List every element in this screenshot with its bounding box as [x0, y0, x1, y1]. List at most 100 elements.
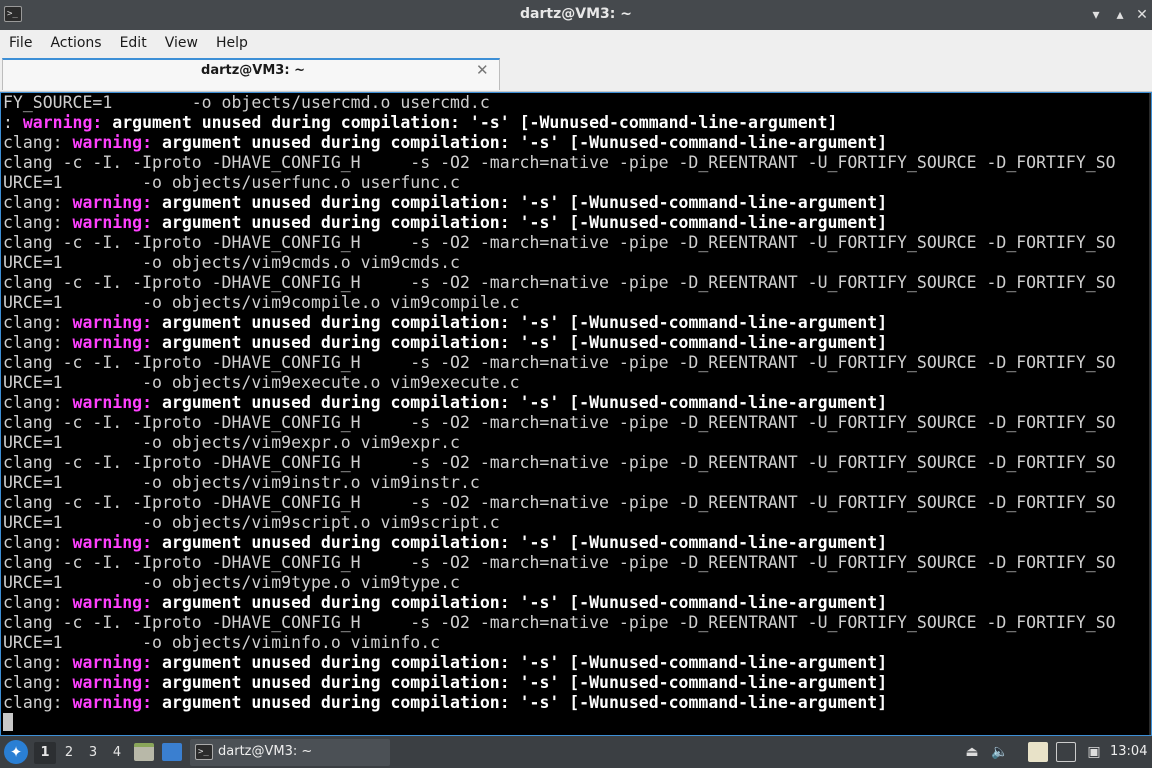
terminal-text: argument unused during compilation: '-s'…: [152, 333, 888, 352]
terminal-text: argument unused during compilation: '-s'…: [152, 653, 888, 672]
terminal-text: clang:: [3, 693, 73, 712]
minimize-button[interactable]: ▾: [1086, 5, 1106, 25]
terminal-text: URCE=1 -o objects/vim9compile.o vim9comp…: [3, 293, 520, 312]
workspace-2[interactable]: 2: [58, 742, 80, 764]
terminal-line: clang -c -I. -Iproto -DHAVE_CONFIG_H -s …: [3, 553, 1116, 573]
terminal-line: clang -c -I. -Iproto -DHAVE_CONFIG_H -s …: [3, 353, 1116, 373]
terminal-text: clang:: [3, 533, 73, 552]
maximize-button[interactable]: ▴: [1110, 5, 1130, 25]
terminal-text: argument unused during compilation: '-s'…: [152, 313, 888, 332]
task-label: dartz@VM3: ~: [218, 744, 313, 759]
window-title: dartz@VM3: ~: [520, 6, 632, 22]
terminal-text: URCE=1 -o objects/vim9cmds.o vim9cmds.c: [3, 253, 460, 272]
menu-view[interactable]: View: [156, 35, 207, 51]
terminal-text: clang -c -I. -Iproto -DHAVE_CONFIG_H -s …: [3, 613, 1116, 632]
terminal-line: clang -c -I. -Iproto -DHAVE_CONFIG_H -s …: [3, 413, 1116, 433]
terminal-text: URCE=1 -o objects/vim9type.o vim9type.c: [3, 573, 460, 592]
terminal-line: clang -c -I. -Iproto -DHAVE_CONFIG_H -s …: [3, 273, 1116, 293]
eject-icon[interactable]: ⏏: [962, 742, 982, 762]
terminal-line: URCE=1 -o objects/vim9type.o vim9type.c: [3, 573, 1116, 593]
terminal-line: clang -c -I. -Iproto -DHAVE_CONFIG_H -s …: [3, 153, 1116, 173]
warning-label: warning:: [72, 653, 153, 672]
tab-close-icon[interactable]: ✕: [476, 61, 489, 79]
terminal-text: clang:: [3, 653, 73, 672]
terminal-text: clang:: [3, 393, 73, 412]
terminal-text: URCE=1 -o objects/vim9expr.o vim9expr.c: [3, 433, 460, 452]
terminal-text: clang:: [3, 313, 73, 332]
terminal-line: : warning: argument unused during compil…: [3, 113, 1116, 133]
terminal-line: clang: warning: argument unused during c…: [3, 313, 1116, 333]
terminal-line: clang: warning: argument unused during c…: [3, 213, 1116, 233]
menu-edit[interactable]: Edit: [111, 35, 156, 51]
clipboard-icon[interactable]: [1028, 742, 1048, 762]
terminal-line: clang: warning: argument unused during c…: [3, 653, 1116, 673]
terminal-text: clang:: [3, 213, 73, 232]
terminal-line: clang: warning: argument unused during c…: [3, 133, 1116, 153]
terminal-text: clang:: [3, 333, 73, 352]
show-desktop-icon[interactable]: [162, 743, 182, 761]
workspace-4[interactable]: 4: [106, 742, 128, 764]
terminal-text: :: [3, 113, 23, 132]
menu-help[interactable]: Help: [207, 35, 257, 51]
title-bar: >_ dartz@VM3: ~ ▾ ▴ ✕: [0, 0, 1152, 30]
terminal-line: clang -c -I. -Iproto -DHAVE_CONFIG_H -s …: [3, 453, 1116, 473]
terminal-text: argument unused during compilation: '-s'…: [152, 213, 888, 232]
warning-label: warning:: [72, 313, 153, 332]
workspace-3[interactable]: 3: [82, 742, 104, 764]
terminal-line: URCE=1 -o objects/vim9script.o vim9scrip…: [3, 513, 1116, 533]
terminal-line: clang: warning: argument unused during c…: [3, 533, 1116, 553]
task-terminal[interactable]: >_ dartz@VM3: ~: [190, 739, 390, 766]
warning-label: warning:: [72, 333, 153, 352]
terminal-line: clang: warning: argument unused during c…: [3, 393, 1116, 413]
terminal-text: clang -c -I. -Iproto -DHAVE_CONFIG_H -s …: [3, 233, 1116, 252]
terminal-text: clang -c -I. -Iproto -DHAVE_CONFIG_H -s …: [3, 353, 1116, 372]
terminal-line: URCE=1 -o objects/viminfo.o viminfo.c: [3, 633, 1116, 653]
terminal-line: clang: warning: argument unused during c…: [3, 693, 1116, 713]
close-button[interactable]: ✕: [1132, 5, 1152, 25]
terminal-text: clang -c -I. -Iproto -DHAVE_CONFIG_H -s …: [3, 493, 1116, 512]
network-icon[interactable]: [1056, 742, 1076, 762]
warning-label: warning:: [72, 693, 153, 712]
terminal-line: URCE=1 -o objects/vim9instr.o vim9instr.…: [3, 473, 1116, 493]
terminal-line: clang -c -I. -Iproto -DHAVE_CONFIG_H -s …: [3, 233, 1116, 253]
terminal-text: clang:: [3, 593, 73, 612]
terminal-text: argument unused during compilation: '-s'…: [152, 533, 888, 552]
terminal-text: argument unused during compilation: '-s'…: [152, 693, 888, 712]
volume-icon[interactable]: 🔈: [990, 742, 1010, 762]
screen-icon[interactable]: ▣: [1084, 742, 1104, 762]
terminal-line: URCE=1 -o objects/vim9execute.o vim9exec…: [3, 373, 1116, 393]
terminal-text: URCE=1 -o objects/vim9script.o vim9scrip…: [3, 513, 500, 532]
terminal-text: clang -c -I. -Iproto -DHAVE_CONFIG_H -s …: [3, 553, 1116, 572]
terminal-text: argument unused during compilation: '-s'…: [152, 193, 888, 212]
workspace-1[interactable]: 1: [34, 742, 56, 764]
file-manager-icon[interactable]: [134, 743, 154, 761]
terminal-scrollbar[interactable]: [1149, 93, 1151, 735]
terminal-text: clang:: [3, 193, 73, 212]
terminal-text: argument unused during compilation: '-s'…: [152, 673, 888, 692]
terminal-line: URCE=1 -o objects/vim9cmds.o vim9cmds.c: [3, 253, 1116, 273]
warning-label: warning:: [72, 593, 153, 612]
start-menu-icon[interactable]: ✦: [4, 740, 28, 764]
terminal-line: FY_SOURCE=1 -o objects/usercmd.o usercmd…: [3, 93, 1116, 113]
warning-label: warning:: [22, 113, 103, 132]
warning-label: warning:: [72, 673, 153, 692]
tab-bar: dartz@VM3: ~ ✕: [0, 56, 1152, 92]
terminal-cursor: [3, 713, 13, 731]
warning-label: warning:: [72, 213, 153, 232]
terminal-text: argument unused during compilation: '-s'…: [152, 393, 888, 412]
terminal-line: clang -c -I. -Iproto -DHAVE_CONFIG_H -s …: [3, 613, 1116, 633]
terminal-output[interactable]: FY_SOURCE=1 -o objects/usercmd.o usercmd…: [0, 92, 1152, 736]
terminal-line: URCE=1 -o objects/userfunc.o userfunc.c: [3, 173, 1116, 193]
terminal-text: clang:: [3, 673, 73, 692]
terminal-line: URCE=1 -o objects/vim9expr.o vim9expr.c: [3, 433, 1116, 453]
terminal-line: clang -c -I. -Iproto -DHAVE_CONFIG_H -s …: [3, 493, 1116, 513]
menu-actions[interactable]: Actions: [41, 35, 110, 51]
warning-label: warning:: [72, 393, 153, 412]
terminal-line: clang: warning: argument unused during c…: [3, 673, 1116, 693]
terminal-text: URCE=1 -o objects/vim9execute.o vim9exec…: [3, 373, 520, 392]
terminal-line: URCE=1 -o objects/vim9compile.o vim9comp…: [3, 293, 1116, 313]
terminal-text: URCE=1 -o objects/viminfo.o viminfo.c: [3, 633, 441, 652]
menu-file[interactable]: File: [0, 35, 41, 51]
terminal-line: clang: warning: argument unused during c…: [3, 593, 1116, 613]
terminal-task-icon: >_: [195, 744, 213, 760]
